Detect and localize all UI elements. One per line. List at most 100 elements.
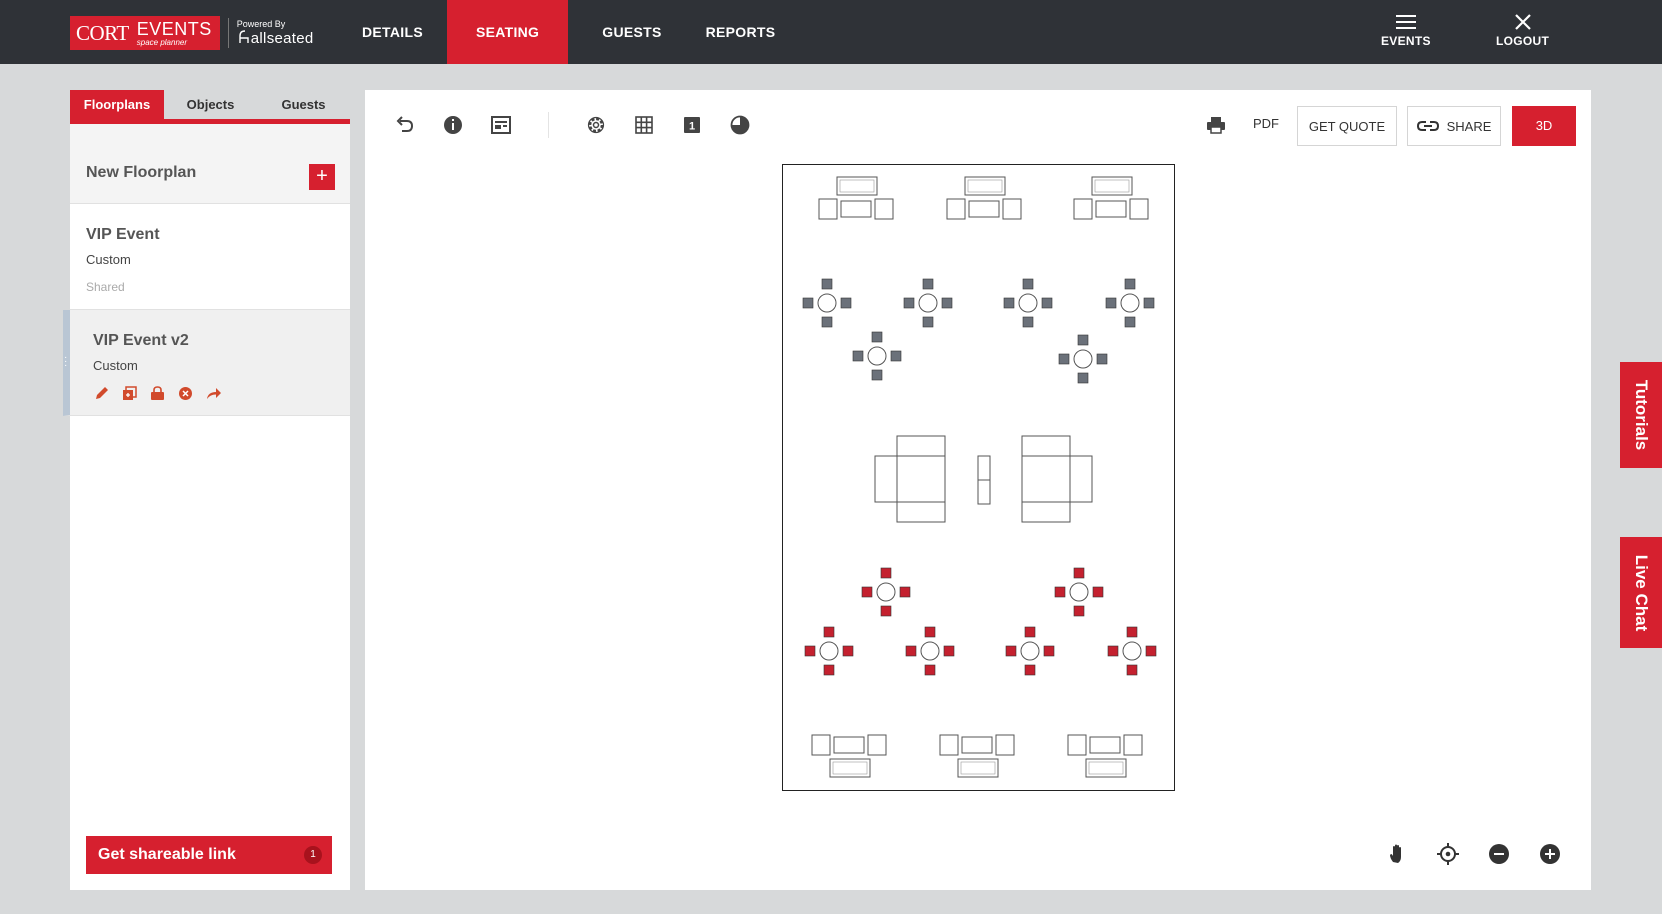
sofa[interactable] bbox=[896, 501, 946, 523]
tutorials-tab[interactable]: Tutorials bbox=[1620, 362, 1662, 468]
grid-icon[interactable] bbox=[631, 112, 657, 138]
coffee-table[interactable] bbox=[840, 200, 872, 218]
print-icon[interactable] bbox=[1203, 112, 1229, 138]
chair[interactable] bbox=[924, 626, 936, 638]
chair[interactable] bbox=[1143, 297, 1155, 309]
armchair[interactable] bbox=[1073, 198, 1093, 220]
chair[interactable] bbox=[1024, 664, 1036, 676]
sofa[interactable] bbox=[1021, 501, 1071, 523]
sofa[interactable] bbox=[896, 435, 946, 457]
share-arrow-icon[interactable] bbox=[205, 385, 222, 402]
nav-guests[interactable]: GUESTS bbox=[580, 0, 683, 64]
chair[interactable] bbox=[1041, 297, 1053, 309]
cort-events-logo[interactable]: CORT EVENTS space planner Powered By all… bbox=[70, 16, 314, 50]
round-table[interactable] bbox=[817, 293, 837, 313]
chair[interactable] bbox=[941, 297, 953, 309]
sofa[interactable] bbox=[964, 176, 1006, 196]
gear-icon[interactable] bbox=[583, 112, 609, 138]
armchair[interactable] bbox=[1129, 198, 1149, 220]
armchair[interactable] bbox=[1123, 734, 1143, 756]
armchair[interactable] bbox=[946, 198, 966, 220]
get-quote-button[interactable]: GET QUOTE bbox=[1297, 106, 1397, 146]
chair[interactable] bbox=[1073, 605, 1085, 617]
lighting-pie-icon[interactable] bbox=[727, 112, 753, 138]
armchair[interactable] bbox=[995, 734, 1015, 756]
sofa[interactable] bbox=[1091, 176, 1133, 196]
armchair[interactable] bbox=[874, 198, 894, 220]
sofa[interactable] bbox=[874, 455, 898, 503]
chair[interactable] bbox=[871, 369, 883, 381]
chair[interactable] bbox=[1022, 316, 1034, 328]
edit-pencil-icon[interactable] bbox=[93, 385, 110, 402]
floorplan-item-vip-event[interactable]: VIP Event Custom Shared bbox=[70, 204, 350, 310]
chair[interactable] bbox=[1054, 586, 1066, 598]
round-table[interactable] bbox=[1120, 293, 1140, 313]
round-table[interactable] bbox=[1018, 293, 1038, 313]
logout-button[interactable]: LOGOUT bbox=[1496, 12, 1549, 52]
pdf-button[interactable]: PDF bbox=[1253, 116, 1279, 131]
chair[interactable] bbox=[905, 645, 917, 657]
chair[interactable] bbox=[1058, 353, 1070, 365]
chair[interactable] bbox=[1092, 586, 1104, 598]
armchair[interactable] bbox=[1067, 734, 1087, 756]
recenter-crosshair-icon[interactable] bbox=[1436, 842, 1460, 866]
tab-floorplans[interactable]: Floorplans bbox=[70, 90, 164, 119]
zoom-out-icon[interactable] bbox=[1487, 842, 1511, 866]
chair[interactable] bbox=[821, 316, 833, 328]
chair[interactable] bbox=[871, 331, 883, 343]
chair[interactable] bbox=[943, 645, 955, 657]
chair[interactable] bbox=[1124, 316, 1136, 328]
round-table[interactable] bbox=[920, 641, 940, 661]
chair[interactable] bbox=[903, 297, 915, 309]
chair[interactable] bbox=[1022, 278, 1034, 290]
chair[interactable] bbox=[1145, 645, 1157, 657]
duplicate-icon[interactable] bbox=[121, 385, 138, 402]
coffee-table[interactable] bbox=[968, 200, 1000, 218]
layout-panel-icon[interactable] bbox=[488, 112, 514, 138]
chair[interactable] bbox=[1077, 334, 1089, 346]
undo-icon[interactable] bbox=[392, 112, 418, 138]
tab-objects[interactable]: Objects bbox=[164, 90, 257, 119]
view-3d-button[interactable]: 3D bbox=[1512, 106, 1576, 146]
chair[interactable] bbox=[1096, 353, 1108, 365]
armchair[interactable] bbox=[818, 198, 838, 220]
round-table[interactable] bbox=[1069, 582, 1089, 602]
coffee-table[interactable] bbox=[1095, 200, 1127, 218]
chair[interactable] bbox=[1024, 626, 1036, 638]
round-table[interactable] bbox=[918, 293, 938, 313]
chair[interactable] bbox=[842, 645, 854, 657]
chair[interactable] bbox=[802, 297, 814, 309]
chair[interactable] bbox=[821, 278, 833, 290]
nav-seating[interactable]: SEATING bbox=[446, 0, 569, 64]
chair[interactable] bbox=[852, 350, 864, 362]
floorplan-room[interactable] bbox=[782, 164, 1175, 791]
chair[interactable] bbox=[1105, 297, 1117, 309]
chair[interactable] bbox=[1005, 645, 1017, 657]
chair[interactable] bbox=[823, 664, 835, 676]
sofa[interactable] bbox=[1021, 435, 1071, 457]
coffee-table[interactable] bbox=[1089, 736, 1121, 754]
chair[interactable] bbox=[1126, 626, 1138, 638]
chair[interactable] bbox=[922, 278, 934, 290]
chair[interactable] bbox=[1073, 567, 1085, 579]
armchair[interactable] bbox=[867, 734, 887, 756]
armchair[interactable] bbox=[939, 734, 959, 756]
get-shareable-link-button[interactable]: Get shareable link 1 bbox=[86, 836, 332, 874]
chair[interactable] bbox=[823, 626, 835, 638]
coffee-table[interactable] bbox=[961, 736, 993, 754]
zoom-in-icon[interactable] bbox=[1538, 842, 1562, 866]
chair[interactable] bbox=[890, 350, 902, 362]
chair[interactable] bbox=[1003, 297, 1015, 309]
chair[interactable] bbox=[804, 645, 816, 657]
lock-icon[interactable] bbox=[149, 385, 166, 402]
chair[interactable] bbox=[1077, 372, 1089, 384]
chair[interactable] bbox=[840, 297, 852, 309]
floorplan-item-vip-event-v2[interactable]: · · · VIP Event v2 Custom bbox=[63, 310, 350, 416]
sofa-seat[interactable] bbox=[896, 455, 946, 503]
tab-guests[interactable]: Guests bbox=[257, 90, 350, 119]
layer-number-icon[interactable]: 1 bbox=[679, 112, 705, 138]
sofa-seat[interactable] bbox=[1021, 455, 1071, 503]
chair[interactable] bbox=[1126, 664, 1138, 676]
round-table[interactable] bbox=[1073, 349, 1093, 369]
chair[interactable] bbox=[924, 664, 936, 676]
